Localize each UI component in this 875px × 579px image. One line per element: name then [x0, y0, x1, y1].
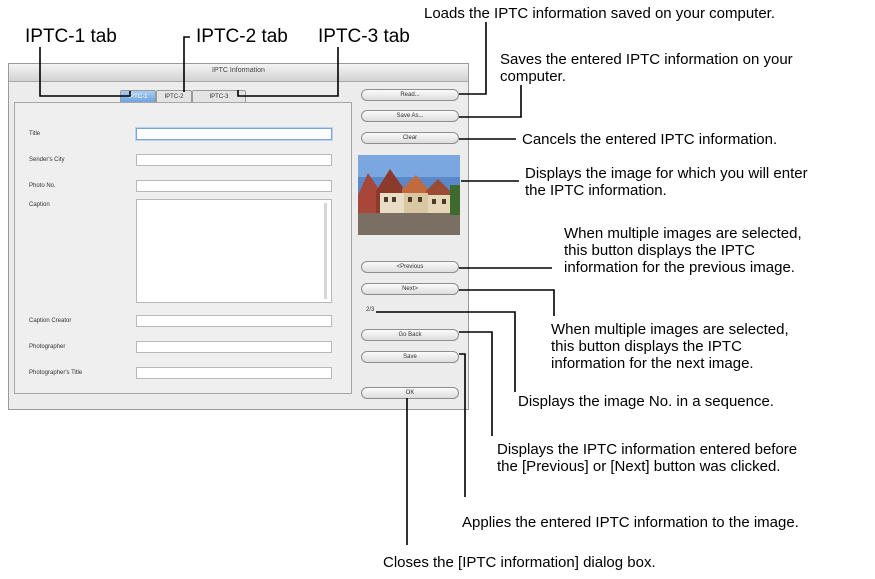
save-as-description-line1: Saves the entered IPTC information on yo… — [500, 51, 793, 68]
leader-save-as — [459, 85, 522, 118]
leader-iptc3-tab — [237, 47, 339, 97]
clear-description: Cancels the entered IPTC information. — [522, 131, 778, 148]
go-back-description-line1: Displays the IPTC information entered be… — [497, 441, 798, 458]
go-back-description-line2: the [Previous] or [Next] button was clic… — [497, 458, 781, 475]
previous-description-line2: this button displays the IPTC — [564, 242, 755, 259]
counter-description: Displays the image No. in a sequence. — [518, 393, 774, 410]
save-description: Applies the entered IPTC information to … — [462, 514, 799, 531]
leader-iptc1-tab — [39, 47, 131, 97]
next-description-line2: this button displays the IPTC — [551, 338, 742, 355]
image-description-line1: Displays the image for which you will en… — [525, 165, 808, 182]
next-description-line3: information for the next image. — [551, 355, 754, 372]
previous-description-line1: When multiple images are selected, — [564, 225, 802, 242]
leader-counter — [376, 311, 516, 392]
save-as-description-line2: computer. — [500, 68, 566, 85]
leader-save — [459, 353, 466, 497]
leader-iptc2-tab — [183, 36, 190, 92]
leader-read — [459, 22, 487, 95]
ok-description: Closes the [IPTC information] dialog box… — [383, 554, 656, 571]
image-description-line2: the IPTC information. — [525, 182, 667, 199]
read-description: Loads the IPTC information saved on your… — [424, 5, 776, 22]
leader-lines — [39, 22, 555, 545]
leader-go-back — [459, 331, 493, 436]
next-description-line1: When multiple images are selected, — [551, 321, 789, 338]
previous-description-line3: information for the previous image. — [564, 259, 795, 276]
